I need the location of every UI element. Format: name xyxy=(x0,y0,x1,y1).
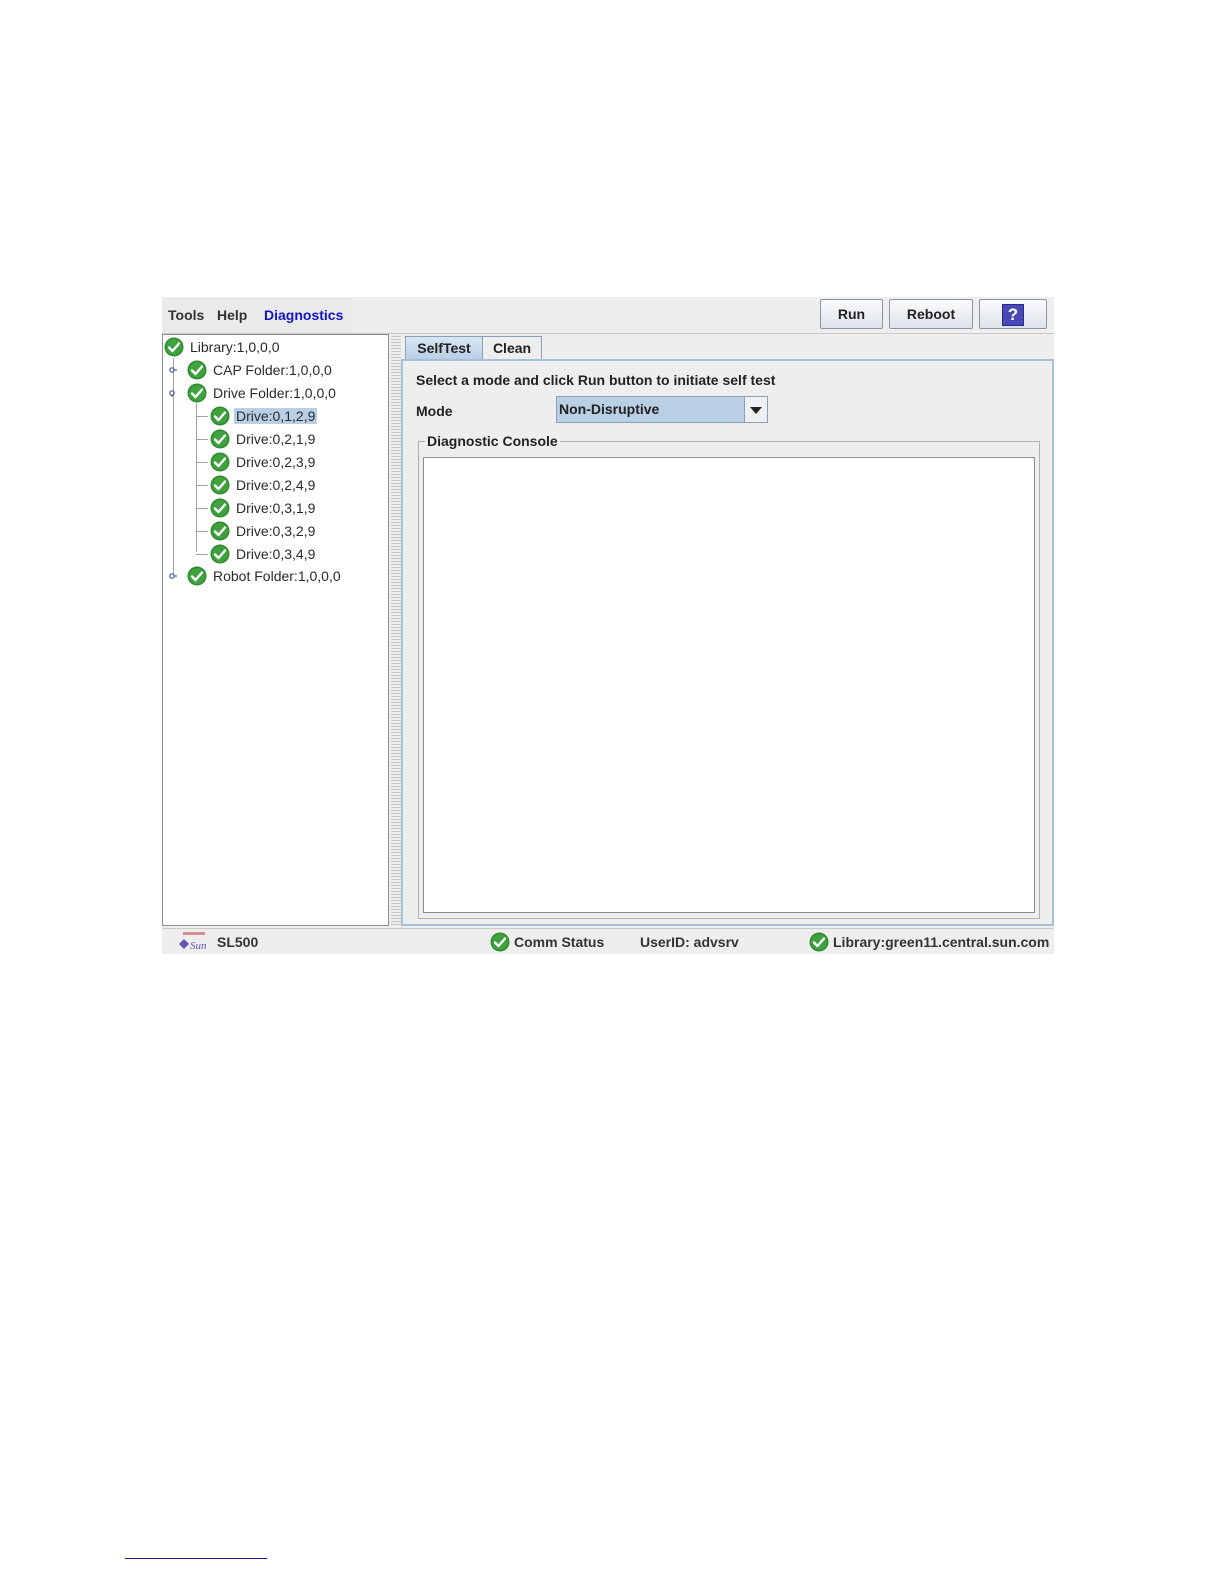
tab-selftest[interactable]: SelfTest xyxy=(405,336,483,360)
diagnostics-panel: SelfTest Clean Select a mode and click R… xyxy=(401,334,1054,926)
tree-node-label: Robot Folder:1,0,0,0 xyxy=(213,568,341,584)
green-check-icon xyxy=(210,521,230,541)
tab-clean[interactable]: Clean xyxy=(482,336,542,360)
product-name: SL500 xyxy=(217,934,259,950)
collapsed-handle-icon[interactable] xyxy=(169,572,177,580)
tree-node-label: Drive:0,3,4,9 xyxy=(236,546,316,562)
tree-node-label: Drive:0,1,2,9 xyxy=(234,408,318,424)
help-question-icon: ? xyxy=(1002,304,1024,326)
expanded-handle-icon[interactable] xyxy=(169,389,177,397)
tree-node-drive[interactable]: Drive:0,3,4,9 xyxy=(210,543,317,565)
mode-label: Mode xyxy=(416,403,453,419)
svg-text:Sun: Sun xyxy=(190,940,207,951)
split-pane-divider[interactable] xyxy=(391,334,401,926)
tree-node-drive[interactable]: Drive:0,3,1,9 xyxy=(210,497,317,519)
tree-node-label: Drive:0,2,4,9 xyxy=(236,477,316,493)
help-button[interactable]: ? xyxy=(979,299,1047,329)
green-check-icon xyxy=(187,360,207,380)
green-check-icon xyxy=(210,475,230,495)
tree-node-drive[interactable]: Drive:0,1,2,9 xyxy=(210,405,318,427)
diagnostic-console-title: Diagnostic Console xyxy=(425,433,560,449)
menu-bar: Tools Help Diagnostics xyxy=(162,297,352,333)
green-check-icon xyxy=(187,566,207,586)
tree-node-label: Drive:0,2,3,9 xyxy=(236,454,316,470)
mode-select-value: Non-Disruptive xyxy=(559,401,660,417)
diagnostic-console-group: Diagnostic Console xyxy=(418,433,1040,919)
run-button[interactable]: Run xyxy=(820,299,883,329)
tree-node-drive[interactable]: Drive:0,2,1,9 xyxy=(210,428,317,450)
library-tree[interactable]: Library:1,0,0,0 CAP Folder:1,0,0,0 Drive… xyxy=(162,334,389,926)
tree-node-label: CAP Folder:1,0,0,0 xyxy=(213,362,332,378)
user-id: UserID: advsrv xyxy=(640,934,739,950)
green-check-icon xyxy=(210,452,230,472)
tree-node-drive[interactable]: Drive:0,3,2,9 xyxy=(210,520,317,542)
green-check-icon xyxy=(187,383,207,403)
green-check-icon xyxy=(164,337,184,357)
library-host: Library:green11.central.sun.com xyxy=(833,934,1050,950)
mode-select[interactable]: Non-Disruptive xyxy=(556,396,768,423)
green-check-icon xyxy=(490,932,510,952)
status-bar: Sun SL500 Comm Status UserID: advsrv Lib… xyxy=(162,928,1054,954)
tree-node-label: Drive:0,2,1,9 xyxy=(236,431,316,447)
tree-node-label: Drive:0,3,1,9 xyxy=(236,500,316,516)
library-console-window: Tools Help Diagnostics Run Reboot ? Libr… xyxy=(162,297,1054,954)
tree-node-drive[interactable]: Drive:0,2,4,9 xyxy=(210,474,317,496)
menu-tools[interactable]: Tools xyxy=(168,307,204,323)
menu-diagnostics[interactable]: Diagnostics xyxy=(264,307,343,323)
sun-logo-icon: Sun xyxy=(179,932,207,951)
green-check-icon xyxy=(210,544,230,564)
comm-status: Comm Status xyxy=(514,934,605,950)
tree-connector xyxy=(196,403,197,552)
dropdown-arrow-icon[interactable] xyxy=(744,397,767,422)
diagnostic-console-output[interactable] xyxy=(423,457,1035,913)
tree-node-drive[interactable]: Drive:0,2,3,9 xyxy=(210,451,317,473)
green-check-icon xyxy=(210,429,230,449)
green-check-icon xyxy=(809,932,829,952)
instruction-text: Select a mode and click Run button to in… xyxy=(416,372,776,388)
tree-node-label: Drive Folder:1,0,0,0 xyxy=(213,385,336,401)
collapsed-handle-icon[interactable] xyxy=(169,366,177,374)
green-check-icon xyxy=(210,406,230,426)
reboot-button[interactable]: Reboot xyxy=(889,299,973,329)
green-check-icon xyxy=(210,498,230,518)
tree-node-robot-folder[interactable]: Robot Folder:1,0,0,0 xyxy=(187,565,343,587)
footnote-divider xyxy=(125,1558,267,1559)
tree-node-label: Drive:0,3,2,9 xyxy=(236,523,316,539)
tree-node-label: Library:1,0,0,0 xyxy=(190,339,280,355)
tree-node-library[interactable]: Library:1,0,0,0 xyxy=(164,336,282,358)
tree-node-cap-folder[interactable]: CAP Folder:1,0,0,0 xyxy=(187,359,334,381)
selftest-tab-content: Select a mode and click Run button to in… xyxy=(401,359,1054,926)
menu-help[interactable]: Help xyxy=(217,307,247,323)
tree-node-drive-folder[interactable]: Drive Folder:1,0,0,0 xyxy=(187,382,338,404)
top-toolbar: Tools Help Diagnostics Run Reboot ? xyxy=(162,297,1054,334)
